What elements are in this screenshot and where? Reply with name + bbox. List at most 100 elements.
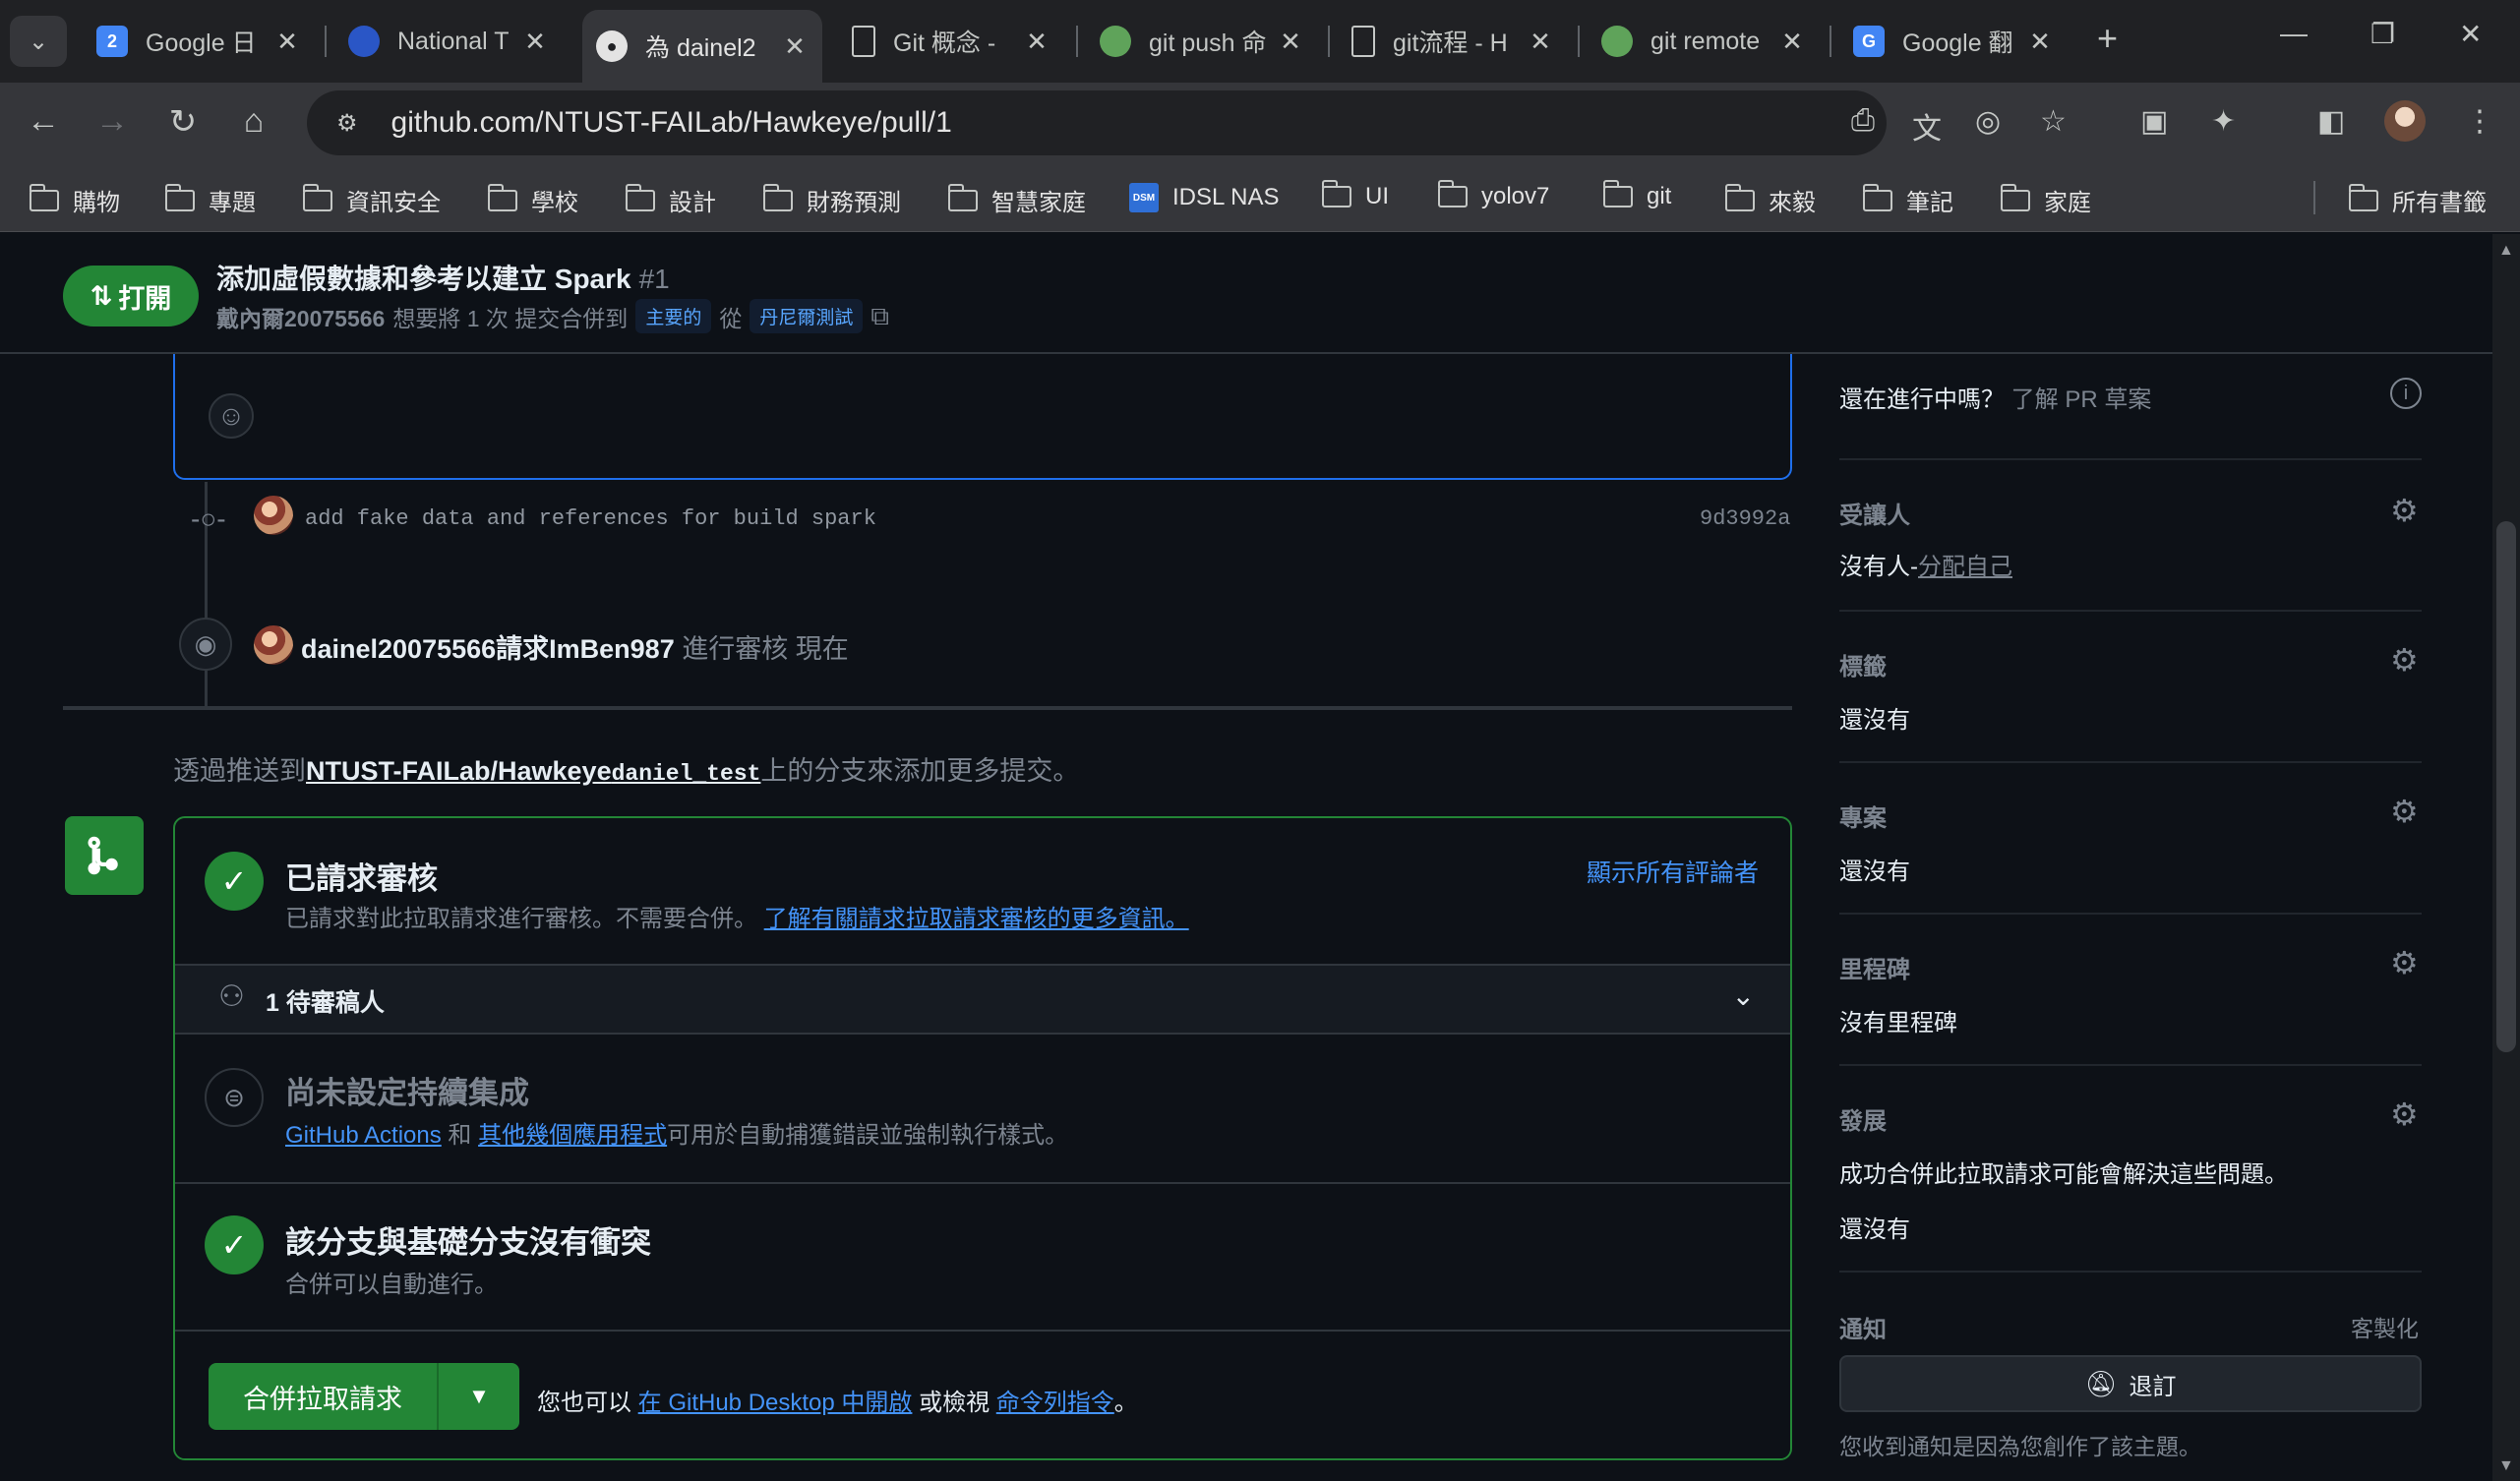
scroll-down-arrow[interactable]: ▼ [2498, 1457, 2514, 1475]
ci-row: ⊜ 尚未設定持續集成 GitHub Actions 和 其他幾個應用程式可用於自… [175, 1033, 1790, 1182]
close-icon[interactable]: ✕ [521, 27, 549, 57]
bookmark-folder[interactable]: 來毅 [1725, 183, 1816, 217]
command-line-link[interactable]: 命令列指令 [996, 1390, 1114, 1416]
assign-yourself-link[interactable]: 分配自己 [1918, 554, 2012, 580]
bookmark-folder[interactable]: 筆記 [1863, 183, 1953, 217]
labels-label[interactable]: 標籤 [1839, 647, 1887, 681]
browser-tab[interactable]: Git 概念 - ✕ [838, 10, 1064, 73]
browser-tab[interactable]: git流程 - H ✕ [1338, 10, 1568, 73]
tab-search-button[interactable]: ⌄ [10, 16, 67, 67]
bookmark-folder[interactable]: yolov7 [1438, 180, 1549, 210]
browser-tab[interactable]: National T ✕ [334, 10, 563, 73]
bookmark-link[interactable]: DSM IDSL NAS [1129, 183, 1279, 212]
close-icon[interactable]: ✕ [2026, 27, 2054, 57]
close-icon[interactable]: ✕ [1527, 27, 1554, 57]
eye-slash-icon[interactable]: ◎ [1975, 104, 2001, 139]
bookmark-folder[interactable]: 家庭 [2001, 183, 2091, 217]
projects-gear-icon[interactable]: ⚙ [2390, 793, 2419, 830]
bookmark-folder[interactable]: git [1603, 180, 1671, 210]
bookmark-folder[interactable]: 資訊安全 [303, 183, 441, 217]
side-panel-icon[interactable]: ◧ [2317, 104, 2345, 139]
unsubscribe-button[interactable]: 🔕︎ 退訂 [1839, 1355, 2422, 1412]
review-request-actor[interactable]: dainel20075566請求ImBen987 [301, 634, 675, 664]
show-all-reviewers-link[interactable]: 顯示所有評論者 [1587, 854, 1759, 889]
bookmark-folder[interactable]: 購物 [30, 183, 120, 217]
branch-link[interactable]: daniel_test [612, 761, 761, 787]
commit-message[interactable]: add fake data and references for build s… [305, 506, 876, 531]
minimize-icon[interactable]: — [2280, 18, 2308, 49]
translate-icon[interactable]: 文 [1912, 104, 1942, 148]
bookmark-folder[interactable]: 學校 [488, 183, 578, 217]
scroll-up-arrow[interactable]: ▲ [2498, 242, 2514, 260]
page-scrollbar[interactable]: ▲ ▼ [2492, 234, 2520, 1481]
projects-label[interactable]: 專案 [1839, 799, 1887, 833]
milestone-gear-icon[interactable]: ⚙ [2390, 944, 2419, 981]
avatar[interactable] [254, 625, 293, 665]
folder-icon [763, 183, 793, 211]
scrollbar-thumb[interactable] [2496, 521, 2516, 1052]
pr-author-link[interactable]: 戴內爾20075566 [216, 300, 385, 333]
browser-tab[interactable]: git remote ✕ [1588, 10, 1820, 73]
forward-icon[interactable]: → [90, 102, 134, 141]
smiley-reaction-icon[interactable]: ☺ [209, 393, 254, 439]
tab-title: git remote [1650, 27, 1761, 55]
kebab-menu-icon[interactable]: ⋮ [2465, 104, 2494, 139]
site-info-icon[interactable]: ⚙ [336, 109, 358, 138]
close-icon[interactable]: ✕ [273, 27, 301, 57]
restore-icon[interactable]: ❐ [2370, 18, 2395, 50]
bookmark-folder[interactable]: UI [1322, 180, 1389, 210]
back-icon[interactable]: ← [22, 102, 65, 141]
merge-pull-request-button[interactable]: 合併拉取請求 [209, 1363, 439, 1430]
address-bar[interactable]: ⚙ github.com/NTUST-FAILab/Hawkeye/pull/1 [307, 90, 1887, 155]
repo-link[interactable]: NTUST-FAILab/Hawkeye [306, 756, 612, 786]
bookmark-label: 學校 [531, 190, 578, 216]
copy-icon[interactable]: ⧉ [870, 301, 889, 332]
open-github-desktop-link[interactable]: 在 GitHub Desktop 中開啟 [638, 1390, 913, 1416]
commit-sha[interactable]: 9d3992a [1700, 506, 1790, 531]
browser-tab[interactable]: 2 Google 日 ✕ [83, 10, 315, 73]
bookmark-star-icon[interactable]: ☆ [2040, 104, 2067, 139]
extensions-icon[interactable]: ✦ [2211, 104, 2236, 139]
home-icon[interactable]: ⌂ [232, 102, 275, 141]
bookmark-folder[interactable]: 專題 [165, 183, 256, 217]
info-icon[interactable]: i [2390, 378, 2422, 409]
bookmark-folder[interactable]: 財務預測 [763, 183, 901, 217]
head-branch-label[interactable]: 丹尼爾測試 [750, 299, 864, 333]
github-actions-link[interactable]: GitHub Actions [285, 1122, 442, 1149]
bookmark-folder[interactable]: 設計 [626, 183, 716, 217]
window-close-icon[interactable]: ✕ [2459, 18, 2482, 50]
close-icon[interactable]: ✕ [1778, 27, 1806, 57]
customize-link[interactable]: 客製化 [2351, 1310, 2419, 1343]
review-requested-title: 已請求審核 [285, 861, 438, 896]
all-bookmarks[interactable]: 所有書籤 [2349, 183, 2487, 217]
draft-pr-link[interactable]: 了解 PR 草案 [2011, 386, 2152, 413]
development-gear-icon[interactable]: ⚙ [2390, 1096, 2419, 1133]
close-icon[interactable]: ✕ [1277, 27, 1304, 57]
close-icon[interactable]: ✕ [1023, 27, 1050, 57]
review-docs-link[interactable]: 了解有關請求拉取請求審核的更多資訊。 [764, 906, 1189, 932]
new-tab-button[interactable]: + [2097, 18, 2118, 59]
pending-reviewers-row[interactable]: ⚇ 1 待審稿人 ⌄ [175, 964, 1790, 1033]
close-icon[interactable]: ✕ [781, 31, 809, 62]
labels-gear-icon[interactable]: ⚙ [2390, 641, 2419, 679]
camera-extension-icon[interactable]: ▣ [2140, 104, 2168, 139]
assignees-value: 沒有人-分配自己 [1839, 554, 2012, 580]
browser-tab[interactable]: git push 命 ✕ [1086, 10, 1318, 73]
chevron-down-icon[interactable]: ⌄ [1732, 979, 1755, 1012]
avatar[interactable] [254, 496, 293, 535]
browser-toolbar: ← → ↻ ⌂ ⚙ github.com/NTUST-FAILab/Hawkey… [0, 83, 2520, 163]
profile-avatar[interactable] [2384, 100, 2426, 142]
review-request-text: 進行審核 現在 [682, 634, 849, 664]
browser-tab-active[interactable]: ● 為 dainel2 ✕ [582, 10, 822, 83]
development-label[interactable]: 發展 [1839, 1101, 1887, 1136]
bookmark-folder[interactable]: 智慧家庭 [948, 183, 1086, 217]
other-apps-link[interactable]: 其他幾個應用程式 [478, 1122, 667, 1149]
milestone-label[interactable]: 里程碑 [1839, 950, 1910, 984]
browser-tab[interactable]: G Google 翻 ✕ [1839, 10, 2068, 73]
reload-icon[interactable]: ↻ [161, 102, 205, 142]
install-app-icon[interactable]: ⎙ [1851, 104, 1875, 138]
assignees-gear-icon[interactable]: ⚙ [2390, 492, 2419, 529]
merge-method-dropdown[interactable]: ▼ [439, 1363, 519, 1430]
assignees-label[interactable]: 受讓人 [1839, 496, 1910, 530]
base-branch-label[interactable]: 主要的 [635, 299, 712, 333]
